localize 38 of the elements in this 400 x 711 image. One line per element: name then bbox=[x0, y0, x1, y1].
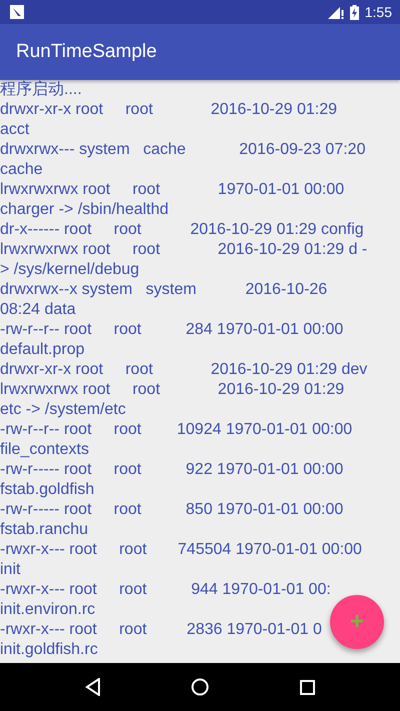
log-line: -rw-r----- root root 850 1970-01-01 00:00 bbox=[0, 500, 344, 520]
recents-icon[interactable] bbox=[300, 680, 315, 694]
clock-time: 1:55 bbox=[364, 4, 392, 20]
log-line: fstab.goldfish bbox=[0, 480, 94, 500]
log-line: dr-x------ root root 2016-10-29 01:29 config bbox=[0, 220, 364, 240]
log-line: etc -> /system/etc bbox=[0, 400, 126, 420]
log-line: cache bbox=[0, 160, 43, 180]
battery-charging-icon bbox=[350, 4, 359, 20]
log-line: acct bbox=[0, 120, 30, 140]
log-line: -rw-r----- root root 922 1970-01-01 00:00 bbox=[0, 460, 344, 480]
log-line: charger -> /sbin/healthd bbox=[0, 200, 169, 220]
log-line: 08:24 data bbox=[0, 300, 76, 320]
log-line: -rwxr-x--- root root 944 1970-01-01 00: bbox=[0, 580, 331, 600]
log-line: drwxr-xr-x root root 2016-10-29 01:29 bbox=[0, 100, 338, 120]
log-line: init.goldfish.rc bbox=[0, 640, 98, 660]
log-line: -rwxr-x--- root root 745504 1970-01-01 00:00 bbox=[0, 540, 362, 560]
log-line: -rw-r--r-- root root 284 1970-01-01 00:00 bbox=[0, 320, 344, 340]
log-line: drwxrwx--- system cache 2016-09-23 07:20 bbox=[0, 140, 366, 160]
log-line: drwxr-xr-x root root 2016-10-29 01:29 dev bbox=[0, 360, 368, 380]
log-line: file_contexts bbox=[0, 440, 89, 460]
add-button[interactable]: + bbox=[330, 595, 384, 649]
log-line: 程序启动.... bbox=[0, 80, 82, 100]
log-line: init.environ.rc bbox=[0, 600, 96, 620]
log-line: drwxrwx--x system system 2016-10-26 bbox=[0, 280, 328, 300]
back-icon[interactable] bbox=[85, 678, 102, 696]
log-line: lrwxrwxrwx root root 1970-01-01 00:00 bbox=[0, 180, 344, 200]
log-line: > /sys/kernel/debug bbox=[0, 260, 140, 280]
log-line: init bbox=[0, 560, 20, 580]
signal-icon bbox=[328, 5, 344, 19]
log-line: -rwxr-x--- root root 2836 1970-01-01 0 bbox=[0, 620, 322, 640]
notification-icon bbox=[10, 5, 24, 19]
log-line: lrwxrwxrwx root root 2016-10-29 01:29 d - bbox=[0, 240, 368, 260]
app-title: RunTimeSample bbox=[16, 41, 157, 63]
home-icon[interactable] bbox=[191, 678, 210, 696]
log-line: lrwxrwxrwx root root 2016-10-29 01:29 bbox=[0, 380, 344, 400]
log-line: default.prop bbox=[0, 340, 85, 360]
log-line: -rw-r--r-- root root 10924 1970-01-01 00:00 bbox=[0, 420, 352, 440]
log-line: fstab.ranchu bbox=[0, 520, 88, 540]
